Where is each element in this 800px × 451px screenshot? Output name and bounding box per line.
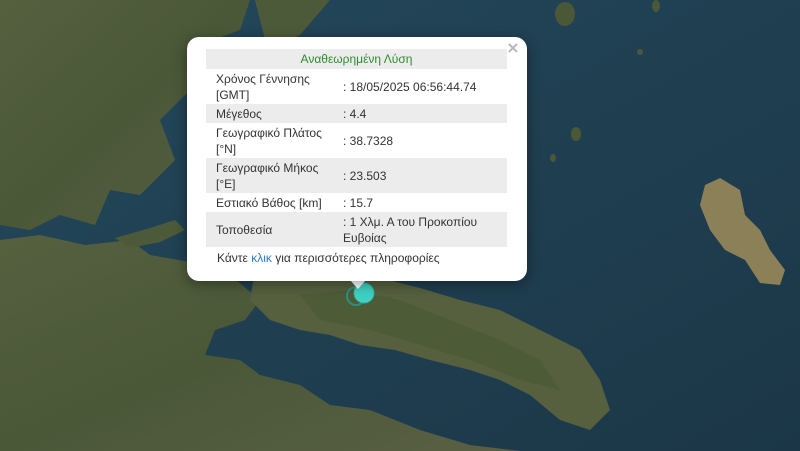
islet — [555, 2, 575, 26]
table-row: Τοποθεσία : 1 Χλμ. Α του Προκοπίου Ευβοί… — [206, 212, 507, 247]
longitude-value: : 23.503 — [336, 158, 507, 193]
popup-tip — [350, 280, 366, 289]
table-row: Εστιακό Βάθος [km] : 15.7 — [206, 193, 507, 212]
location-label: Τοποθεσία — [206, 212, 336, 247]
table-row: Χρόνος Γέννησης [GMT] : 18/05/2025 06:56… — [206, 69, 507, 104]
popup-title: Αναθεωρημένη Λύση — [206, 49, 507, 69]
islet — [652, 0, 660, 12]
table-row: Γεωγραφικό Πλάτος [°N] : 38.7328 — [206, 123, 507, 158]
table-row: Γεωγραφικό Μήκος [°E] : 23.503 — [206, 158, 507, 193]
islet — [571, 127, 581, 141]
origin-time-label: Χρόνος Γέννησης [GMT] — [216, 72, 310, 102]
latitude-value: : 38.7328 — [343, 134, 394, 148]
magnitude-label: Μέγεθος — [206, 104, 336, 123]
islet — [637, 49, 643, 55]
depth-value: : 15.7 — [343, 196, 374, 210]
table-row: Μέγεθος : 4.4 — [206, 104, 507, 123]
origin-time-value: : 18/05/2025 06:56:44.74 — [343, 80, 477, 94]
more-info-link[interactable]: κλικ — [251, 251, 272, 265]
depth-label: Εστιακό Βάθος [km] — [216, 196, 322, 210]
islet — [550, 154, 556, 162]
earthquake-info-popup: × Αναθεωρημένη Λύση Χρόνος Γέννησης [GMT… — [187, 37, 527, 281]
more-info-suffix: για περισσότερες πληροφορίες — [271, 251, 440, 265]
latitude-label: Γεωγραφικό Πλάτος [°N] — [216, 126, 322, 156]
more-info-text: Κάντε κλικ για περισσότερες πληροφορίες — [206, 247, 507, 265]
longitude-label: Γεωγραφικό Μήκος [°E] — [206, 158, 336, 193]
close-icon[interactable]: × — [504, 39, 522, 57]
earthquake-info-table: Χρόνος Γέννησης [GMT] : 18/05/2025 06:56… — [206, 69, 507, 247]
more-info-prefix: Κάντε — [217, 251, 252, 265]
magnitude-value: : 4.4 — [336, 104, 507, 123]
location-value: : 1 Χλμ. Α του Προκοπίου Ευβοίας — [336, 212, 507, 247]
